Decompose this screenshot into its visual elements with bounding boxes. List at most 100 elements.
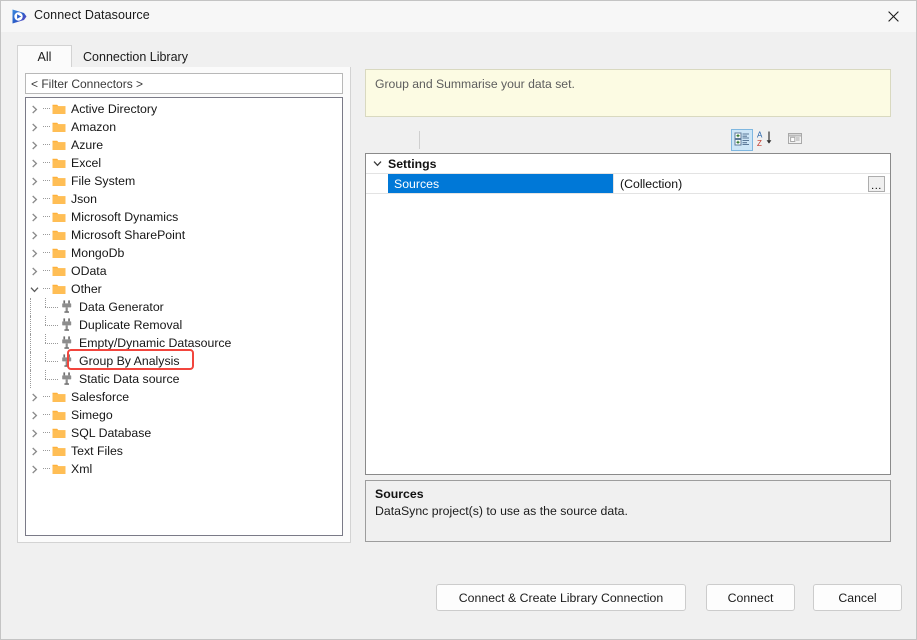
tree-connector-line	[42, 136, 51, 154]
categorized-icon	[734, 131, 750, 150]
close-button[interactable]	[870, 1, 916, 32]
chevron-right-icon[interactable]	[26, 424, 42, 442]
tree-folder-row[interactable]: MongoDb	[26, 244, 342, 262]
tree-connector-row[interactable]: Duplicate Removal	[26, 316, 342, 334]
chevron-right-icon[interactable]	[26, 406, 42, 424]
tree-node-label: Simego	[71, 408, 113, 422]
tree-node-label: Data Generator	[79, 300, 164, 314]
tree-node-label: Static Data source	[79, 372, 180, 386]
folder-icon	[51, 154, 67, 172]
sources-ellipsis-button[interactable]: ...	[868, 176, 885, 192]
connect-button[interactable]: Connect	[706, 584, 795, 611]
categorized-view-button[interactable]	[731, 129, 753, 151]
chevron-right-icon[interactable]	[26, 460, 42, 478]
tree-node-label: SQL Database	[71, 426, 152, 440]
tab-all[interactable]: All	[17, 45, 72, 68]
chevron-right-icon[interactable]	[26, 118, 42, 136]
property-pages-button[interactable]	[784, 129, 806, 151]
alphabetical-view-button[interactable]: A Z	[755, 129, 777, 151]
folder-icon	[51, 172, 67, 190]
chevron-right-icon[interactable]	[26, 208, 42, 226]
connector-plug-icon	[59, 352, 75, 370]
toolbar-separator	[419, 131, 420, 149]
property-help-panel: Sources DataSync project(s) to use as th…	[365, 480, 891, 542]
tree-folder-row[interactable]: Json	[26, 190, 342, 208]
filter-connectors-text: < Filter Connectors >	[31, 76, 144, 91]
connector-plug-icon	[59, 370, 75, 388]
tab-connection-library-label: Connection Library	[83, 49, 188, 64]
tree-folder-row[interactable]: Amazon	[26, 118, 342, 136]
tab-connection-library[interactable]: Connection Library	[72, 45, 199, 68]
folder-icon	[51, 424, 67, 442]
folder-icon	[51, 460, 67, 478]
tree-node-label: Group By Analysis	[79, 354, 180, 368]
tree-node-label: Microsoft SharePoint	[71, 228, 186, 242]
property-value-sources[interactable]: (Collection)	[613, 174, 890, 193]
window-title: Connect Datasource	[34, 8, 150, 22]
property-name-sources[interactable]: Sources	[388, 174, 613, 193]
tree-folder-row[interactable]: File System	[26, 172, 342, 190]
filter-connectors-input[interactable]: < Filter Connectors >	[25, 73, 343, 94]
chevron-right-icon[interactable]	[26, 442, 42, 460]
tree-connector-row[interactable]: Group By Analysis	[26, 352, 342, 370]
svg-text:Z: Z	[757, 139, 762, 147]
chevron-right-icon[interactable]	[26, 244, 42, 262]
tree-connector-line	[42, 226, 51, 244]
property-category-settings[interactable]: Settings	[366, 154, 890, 174]
chevron-right-icon[interactable]	[26, 226, 42, 244]
tree-node-label: Active Directory	[71, 102, 158, 116]
chevron-right-icon[interactable]	[26, 136, 42, 154]
tree-folder-row[interactable]: SQL Database	[26, 424, 342, 442]
folder-icon	[51, 388, 67, 406]
tree-connector-line	[42, 172, 51, 190]
tree-node-label: File System	[71, 174, 136, 188]
chevron-right-icon[interactable]	[26, 388, 42, 406]
chevron-down-icon[interactable]	[366, 154, 388, 173]
tree-connector-row[interactable]: Static Data source	[26, 370, 342, 388]
folder-icon	[51, 118, 67, 136]
tree-connector-line	[26, 316, 35, 334]
tree-connector-elbow	[41, 352, 59, 370]
tree-folder-row[interactable]: Microsoft Dynamics	[26, 208, 342, 226]
chevron-right-icon[interactable]	[26, 154, 42, 172]
tree-connector-line	[42, 388, 51, 406]
chevron-right-icon[interactable]	[26, 172, 42, 190]
tree-folder-row[interactable]: Active Directory	[26, 100, 342, 118]
tree-folder-row[interactable]: Salesforce	[26, 388, 342, 406]
tree-folder-row[interactable]: Microsoft SharePoint	[26, 226, 342, 244]
chevron-down-icon[interactable]	[26, 280, 42, 298]
chevron-right-icon[interactable]	[26, 100, 42, 118]
property-row-sources[interactable]: Sources (Collection) ...	[366, 174, 890, 194]
tree-connector-row[interactable]: Data Generator	[26, 298, 342, 316]
connect-and-create-library-connection-button[interactable]: Connect & Create Library Connection	[436, 584, 686, 611]
tree-node-label: Json	[71, 192, 97, 206]
tree-folder-row[interactable]: Simego	[26, 406, 342, 424]
connector-plug-icon	[59, 298, 75, 316]
tree-folder-row[interactable]: Xml	[26, 460, 342, 478]
property-pages-icon	[787, 131, 803, 149]
tree-connector-line	[42, 100, 51, 118]
tree-connector-elbow	[41, 370, 59, 388]
connectors-tree[interactable]: Active Directory Amazon Azure Excel File Sys…	[25, 97, 343, 536]
tab-strip: All Connection Library	[17, 45, 902, 68]
folder-icon	[51, 406, 67, 424]
tree-connector-row[interactable]: Empty/Dynamic Datasource	[26, 334, 342, 352]
tree-folder-row[interactable]: Azure	[26, 136, 342, 154]
cancel-label: Cancel	[838, 590, 877, 605]
tree-connector-line	[26, 298, 35, 316]
chevron-right-icon[interactable]	[26, 262, 42, 280]
sort-az-icon: A Z	[757, 130, 775, 150]
tree-connector-line	[42, 208, 51, 226]
chevron-right-icon[interactable]	[26, 190, 42, 208]
property-grid[interactable]: Settings Sources (Collection) ...	[365, 153, 891, 475]
tree-connector-elbow	[41, 334, 59, 352]
connect-datasource-dialog: Connect Datasource All Connection Librar…	[0, 0, 917, 640]
cancel-button[interactable]: Cancel	[813, 584, 902, 611]
tree-folder-row[interactable]: OData	[26, 262, 342, 280]
tree-connector-elbow	[41, 298, 59, 316]
tree-node-label: OData	[71, 264, 107, 278]
tree-folder-row[interactable]: Text Files	[26, 442, 342, 460]
connector-plug-icon	[59, 334, 75, 352]
tree-folder-row[interactable]: Excel	[26, 154, 342, 172]
tree-folder-row[interactable]: Other	[26, 280, 342, 298]
